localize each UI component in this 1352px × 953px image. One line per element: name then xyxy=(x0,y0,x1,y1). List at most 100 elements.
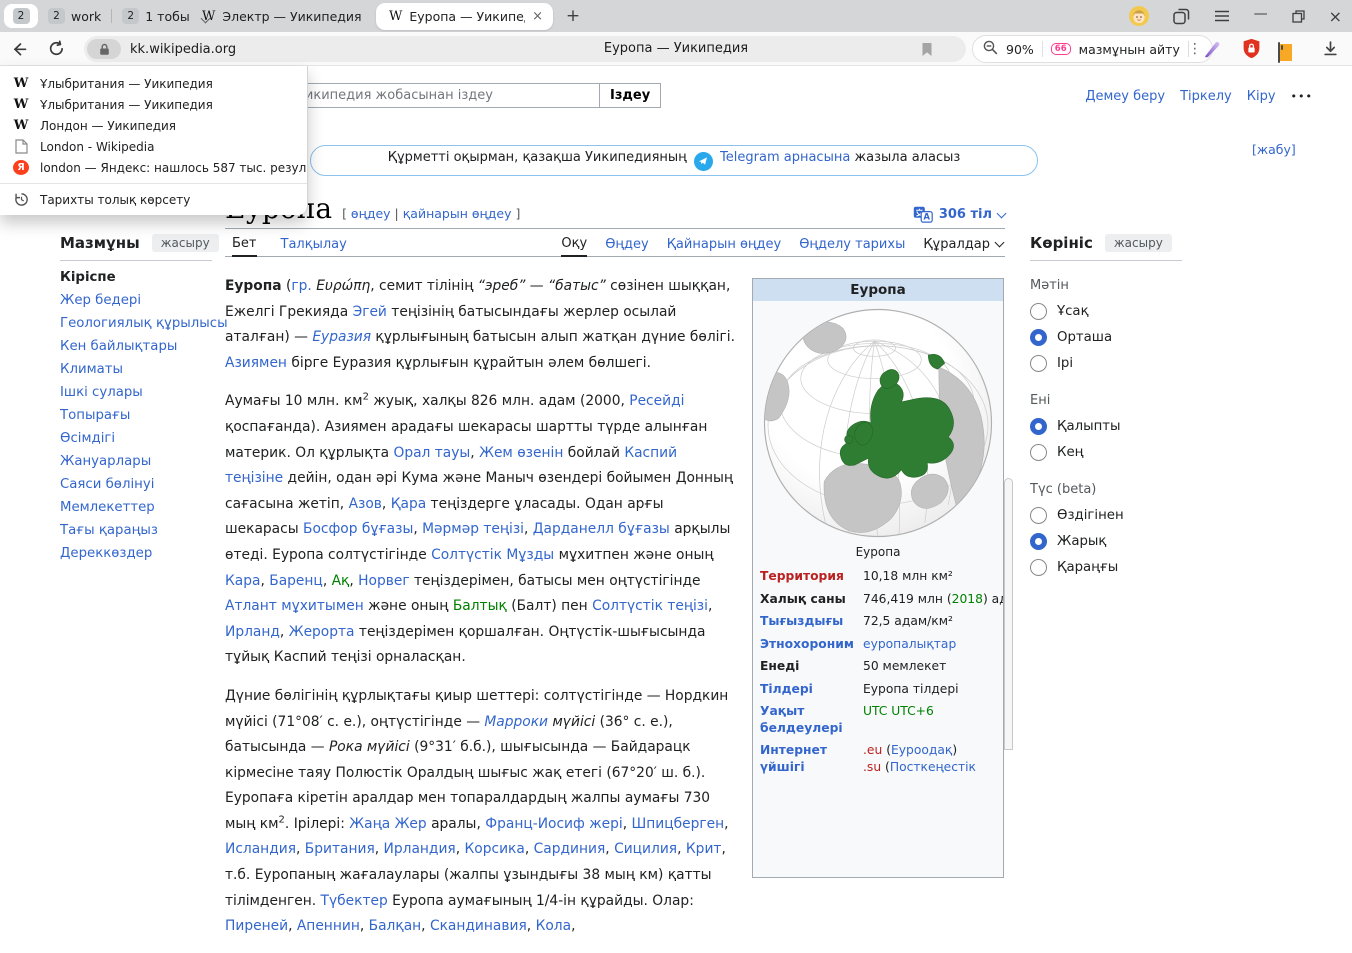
radio-icon[interactable] xyxy=(1030,303,1047,320)
wiki-link[interactable]: Ирланд xyxy=(225,624,280,640)
wiki-link[interactable]: Солтүстік Мұзды xyxy=(431,547,554,563)
wiki-link[interactable]: Солтүстік теңізі xyxy=(592,598,708,614)
wiki-link[interactable]: Балтық xyxy=(453,598,507,614)
radio-option[interactable]: Ірі xyxy=(1030,350,1182,376)
wiki-link[interactable]: Telegram арнасына xyxy=(720,150,850,165)
tab-group-current[interactable]: 2 xyxy=(4,4,38,28)
wiki-link[interactable]: Ақ xyxy=(332,573,350,589)
wiki-link[interactable]: гр. xyxy=(291,278,311,294)
pen-extension-icon[interactable] xyxy=(1202,39,1222,63)
suggestion-item[interactable]: WҰлыбритания — Уикипедия xyxy=(0,73,307,94)
zoom-out-icon[interactable] xyxy=(983,40,998,59)
page-tab-Оқу[interactable]: Оқу xyxy=(561,236,587,257)
page-tab-Қайнарын өңдеу[interactable]: Қайнарын өңдеу xyxy=(667,236,781,256)
header-link[interactable]: Тіркелу xyxy=(1180,89,1232,104)
radio-option[interactable]: Қалыпты xyxy=(1030,413,1182,439)
wiki-link[interactable]: Скандинавия xyxy=(430,918,527,934)
wiki-link[interactable]: 2018 xyxy=(952,592,983,606)
menu-icon[interactable] xyxy=(1214,10,1230,22)
tab-group-1-toby[interactable]: 2 1 тобы xyxy=(122,8,189,24)
europe-globe-map[interactable] xyxy=(753,301,1003,542)
tab-europa-wikipedia-active[interactable]: W Еуропа — Уикипедия × xyxy=(376,3,553,30)
radio-option[interactable]: Орташа xyxy=(1030,324,1182,350)
toc-item[interactable]: Жануарлары xyxy=(60,450,212,473)
toc-item[interactable]: Саяси бөлінуі xyxy=(60,473,212,496)
wiki-link[interactable]: Ирландия xyxy=(384,841,456,857)
suggestion-item[interactable]: WҰлыбритания — Уикипедия xyxy=(0,94,307,115)
wiki-link[interactable]: Атлант мұхитымен xyxy=(225,598,364,614)
toc-hide-button[interactable]: жасыру xyxy=(152,234,219,252)
toc-item[interactable]: Климаты xyxy=(60,358,212,381)
wiki-link[interactable]: Баренц xyxy=(269,573,323,589)
radio-icon[interactable] xyxy=(1030,507,1047,524)
download-icon[interactable] xyxy=(1322,40,1339,61)
page-tab-Құралдар[interactable]: Құралдар xyxy=(923,236,1003,256)
wiki-link[interactable]: Интернет үйшігі xyxy=(760,743,827,774)
toc-item[interactable]: Тағы қараңыз xyxy=(60,519,212,542)
more-options-icon[interactable]: ⋮ xyxy=(1188,41,1202,57)
wiki-link[interactable]: еуропалықтар xyxy=(863,637,956,651)
banner-close-link[interactable]: [жабу] xyxy=(1252,142,1296,157)
battery-icon[interactable] xyxy=(1278,43,1280,62)
toc-item[interactable]: Топырағы xyxy=(60,404,212,427)
toc-item[interactable]: Жер бедері xyxy=(60,289,212,312)
header-link[interactable]: Демеу беру xyxy=(1085,89,1165,104)
toc-item[interactable]: Мемлекеттер xyxy=(60,496,212,519)
wiki-link[interactable]: Марроки xyxy=(484,714,548,730)
toc-item[interactable]: Дереккөздер xyxy=(60,542,212,565)
toc-item[interactable]: Ішкі сулары xyxy=(60,381,212,404)
wiki-link[interactable]: Шпицберген xyxy=(632,816,725,832)
tab-electr-wikipedia[interactable]: W Электр — Уикипедия xyxy=(202,4,362,28)
wiki-link[interactable]: .eu xyxy=(863,743,882,757)
radio-selected-icon[interactable] xyxy=(1030,329,1047,346)
read-aloud-button[interactable]: мазмұнын айту xyxy=(1079,42,1180,57)
header-link[interactable]: Кіру xyxy=(1247,89,1276,104)
wiki-link[interactable]: .su xyxy=(863,760,881,774)
wiki-link[interactable]: Түбектер xyxy=(321,893,388,909)
tab-panel-icon[interactable] xyxy=(1173,8,1190,25)
toc-item[interactable]: Өсімдігі xyxy=(60,427,212,450)
wiki-link[interactable]: Кола xyxy=(536,918,572,934)
toc-item[interactable]: Геологиялық құрылысы xyxy=(60,312,212,335)
suggestion-item[interactable]: WЛондон — Уикипедия xyxy=(0,115,307,136)
wiki-link[interactable]: Пиреней xyxy=(225,918,288,934)
radio-option[interactable]: Қараңғы xyxy=(1030,554,1182,580)
radio-option[interactable]: Ұсақ xyxy=(1030,298,1182,324)
restore-window-icon[interactable] xyxy=(1292,10,1305,23)
content-scrollbar[interactable] xyxy=(1004,478,1013,750)
page-tab-Талқылау[interactable]: Талқылау xyxy=(281,236,347,256)
wiki-link[interactable]: UTC UTC+6 xyxy=(863,704,934,718)
wiki-link[interactable]: Жаңа Жер xyxy=(349,816,426,832)
wiki-link[interactable]: Мәрмәр теңізі xyxy=(422,521,524,537)
search-input[interactable] xyxy=(288,83,600,108)
toc-item[interactable]: Кен байлықтары xyxy=(60,335,212,358)
wiki-link[interactable]: Кара xyxy=(225,573,260,589)
wiki-link[interactable]: Еуразия xyxy=(312,329,371,345)
wiki-link[interactable]: Посткеңестік xyxy=(890,760,976,774)
suggestion-item[interactable]: Яlondon — Яндекс: нашлось 587 тыс. резул… xyxy=(0,157,307,178)
new-tab-button[interactable]: + xyxy=(560,4,586,28)
wiki-link[interactable]: Еуроодақ xyxy=(891,743,952,757)
wiki-link[interactable]: Крит xyxy=(686,841,722,857)
radio-icon[interactable] xyxy=(1030,444,1047,461)
wiki-link[interactable]: Жем өзенін xyxy=(479,445,563,461)
wiki-link[interactable]: Корсика xyxy=(465,841,525,857)
wiki-link[interactable]: Британия xyxy=(305,841,375,857)
minimize-window-icon[interactable]: — xyxy=(1254,6,1268,22)
wiki-link[interactable]: Ресейді xyxy=(629,393,684,409)
back-icon[interactable] xyxy=(10,40,28,62)
wiki-link[interactable]: Азов xyxy=(349,496,382,512)
wiki-link[interactable]: Орал тауы xyxy=(393,445,470,461)
page-tab-Өңделу тарихы[interactable]: Өңделу тарихы xyxy=(799,236,905,256)
radio-icon[interactable] xyxy=(1030,559,1047,576)
radio-selected-icon[interactable] xyxy=(1030,418,1047,435)
bookmark-icon[interactable] xyxy=(921,42,933,61)
wiki-link[interactable]: Апеннин xyxy=(297,918,360,934)
wiki-link[interactable]: қайнарын өңдеу xyxy=(403,206,512,221)
wiki-link[interactable]: Сардиния xyxy=(534,841,606,857)
wiki-link[interactable]: Уақыт белдеулері xyxy=(760,704,843,735)
language-selector[interactable]: A 306 тіл xyxy=(913,206,1005,223)
wiki-link[interactable]: Тілдері xyxy=(760,682,813,696)
protect-shield-icon[interactable] xyxy=(1242,38,1261,63)
wiki-link[interactable]: Тығыздығы xyxy=(760,614,843,628)
